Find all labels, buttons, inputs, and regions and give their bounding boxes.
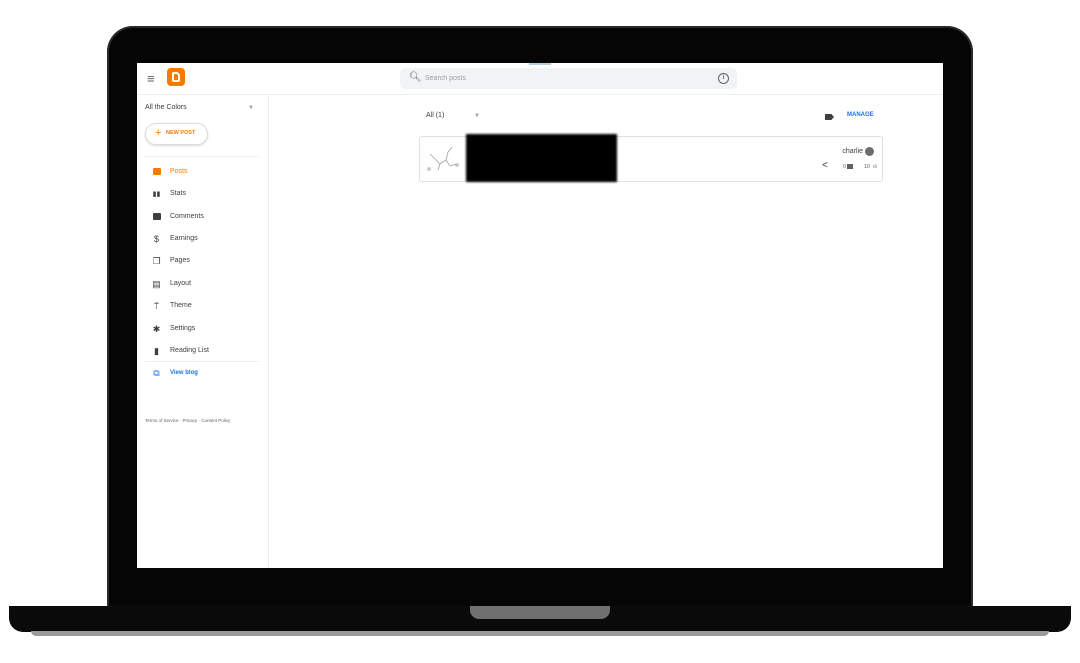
sidebar-item-label: Earnings (170, 235, 198, 242)
comment-count: 0 (842, 164, 846, 170)
pages-icon: ❐ (152, 256, 161, 266)
top-bar: ≡ 🔍︎ i (137, 63, 943, 95)
posts-icon (152, 168, 161, 177)
sidebar-item-label: Theme (170, 302, 192, 309)
sidebar-item-theme[interactable]: ⍑ Theme (137, 298, 268, 316)
layout-icon: ▤ (152, 279, 161, 289)
chevron-down-icon[interactable]: ▼ (248, 105, 254, 111)
bookmark-icon: ▮ (154, 346, 159, 356)
laptop-foot (31, 631, 1049, 636)
view-blog-link[interactable]: ⧉ View blog (137, 365, 268, 383)
footer-links[interactable]: Terms of Service · Privacy · Content Pol… (145, 417, 235, 425)
blogger-logo[interactable] (167, 68, 185, 86)
main-content: All (1) ▼ MANAGE charlie < 0 10 ılı (269, 95, 943, 568)
post-thumbnail (427, 146, 459, 171)
sidebar-item-label: Pages (170, 257, 190, 264)
view-blog-label: View blog (170, 370, 198, 376)
search-bar: 🔍︎ i (400, 68, 737, 89)
sidebar-item-label: Stats (170, 190, 186, 197)
sidebar-item-settings[interactable]: ✱ Settings (137, 321, 268, 339)
plus-icon: + (155, 127, 162, 139)
stats-icon: ılı (873, 164, 877, 170)
sidebar-item-label: Reading List (170, 347, 209, 354)
app-screen: ≡ 🔍︎ i All the Colors ▼ + NEW POST Posts… (137, 63, 943, 568)
sidebar-item-pages[interactable]: ❐ Pages (137, 253, 268, 271)
divider (145, 156, 259, 157)
sidebar-item-label: Posts (170, 168, 188, 175)
label-icon[interactable] (825, 114, 834, 120)
sidebar-item-layout[interactable]: ▤ Layout (137, 276, 268, 294)
top-accent-line (529, 63, 551, 65)
new-post-button[interactable]: + NEW POST (145, 123, 208, 145)
chevron-down-icon[interactable]: ▼ (474, 113, 480, 119)
post-author: charlie (842, 148, 863, 155)
share-icon[interactable]: < (822, 161, 828, 171)
dollar-icon: $ (153, 234, 159, 244)
menu-icon[interactable]: ≡ (147, 72, 155, 85)
external-link-icon: ⧉ (153, 368, 160, 378)
post-list-item[interactable]: charlie < 0 10 ılı (419, 134, 883, 182)
redacted-post-title (466, 134, 617, 182)
sidebar-item-reading-list[interactable]: ▮ Reading List (137, 343, 268, 361)
comments-icon (152, 213, 161, 222)
info-icon[interactable]: i (718, 73, 729, 84)
sidebar-item-earnings[interactable]: $ Earnings (137, 231, 268, 249)
divider (145, 361, 259, 362)
gear-icon: ✱ (152, 324, 161, 334)
sidebar-item-posts[interactable]: Posts (137, 164, 268, 182)
blog-selector[interactable]: All the Colors (145, 104, 187, 111)
manage-button[interactable]: MANAGE (847, 112, 874, 118)
stats-icon: ▮▮ (152, 191, 161, 198)
paint-roller-icon: ⍑ (153, 301, 160, 311)
view-count: 10 (863, 164, 870, 170)
comment-icon (847, 164, 853, 169)
search-icon[interactable]: 🔍︎ (409, 72, 422, 83)
new-post-label: NEW POST (166, 130, 196, 136)
sidebar: All the Colors ▼ + NEW POST Posts ▮▮ Sta… (137, 95, 269, 568)
avatar (865, 147, 874, 156)
sidebar-item-label: Comments (170, 213, 204, 220)
sidebar-item-label: Settings (170, 325, 196, 332)
sidebar-item-comments[interactable]: Comments (137, 209, 268, 227)
search-input[interactable] (425, 71, 685, 85)
sidebar-item-label: Layout (170, 280, 192, 287)
laptop-notch (470, 606, 610, 619)
post-filter[interactable]: All (1) (426, 112, 444, 119)
sidebar-item-stats[interactable]: ▮▮ Stats (137, 186, 268, 204)
